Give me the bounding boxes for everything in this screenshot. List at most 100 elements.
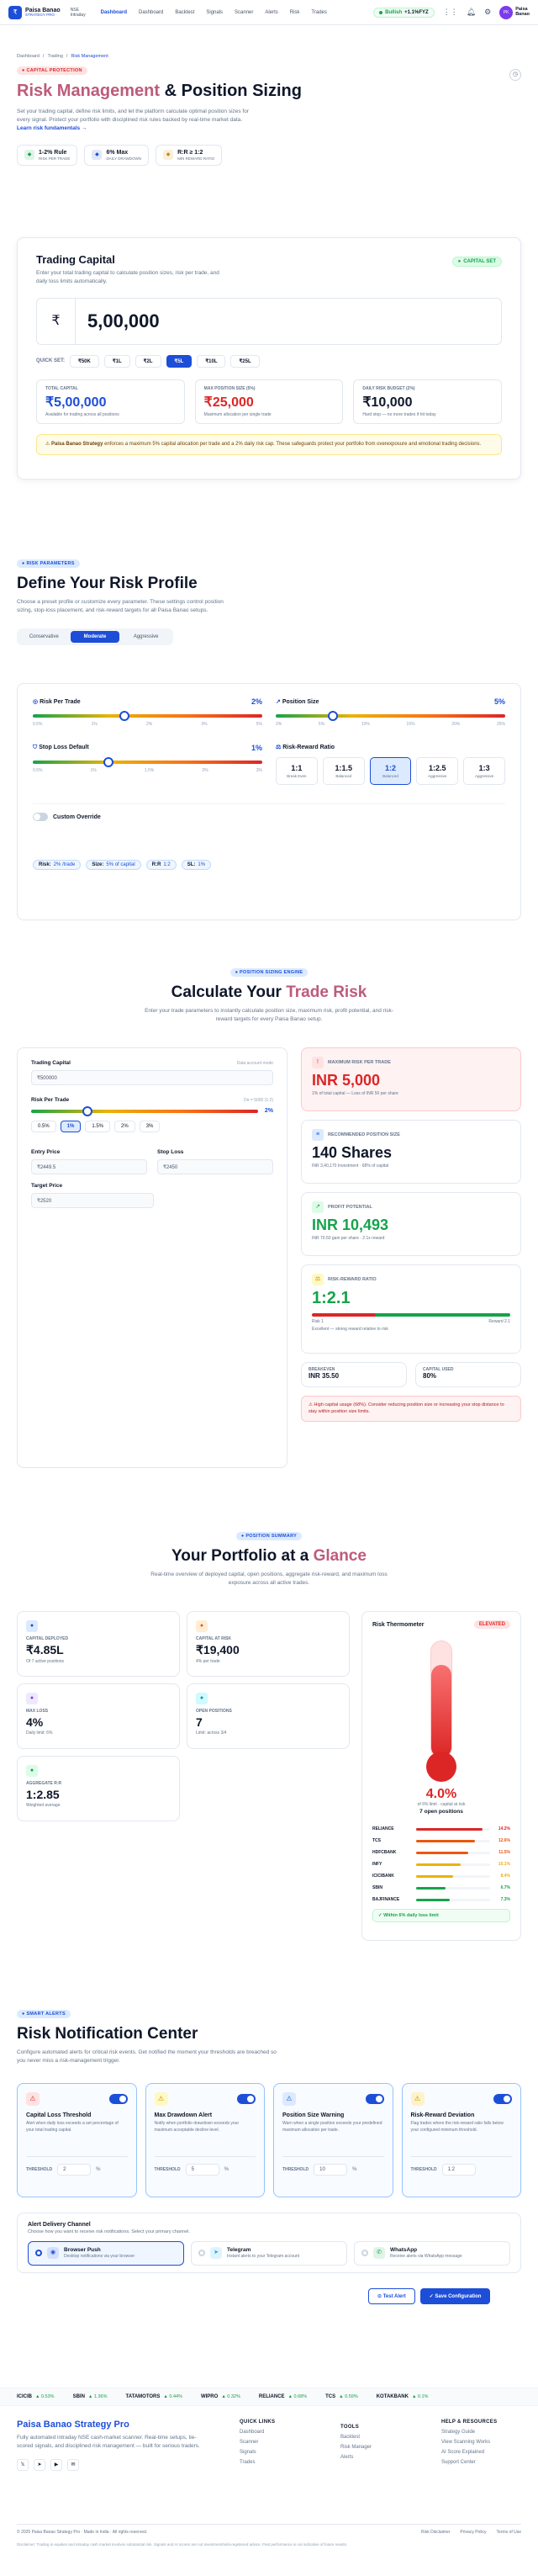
test-alert-button[interactable]: ⊙ Test Alert xyxy=(368,2288,415,2304)
rpt-slider[interactable] xyxy=(33,711,262,721)
twitter-icon[interactable]: 𝕏 xyxy=(17,2458,29,2471)
telegram-icon[interactable]: ➤ xyxy=(34,2458,45,2471)
profile-tab[interactable]: Moderate xyxy=(70,630,120,643)
stop-input[interactable]: ₹2450 xyxy=(157,1159,273,1174)
footer-link[interactable]: Dashboard xyxy=(240,2430,340,2435)
footer-link[interactable]: Support Center xyxy=(441,2460,538,2465)
footer-link[interactable]: Alerts xyxy=(340,2455,441,2460)
nav-link[interactable]: Dashboard xyxy=(139,10,163,15)
ticker-item: WIPRO ▲ 0.32% xyxy=(200,2394,240,2399)
rr-option[interactable]: 1:2.5 Aggressive xyxy=(416,757,459,785)
sl-knob[interactable] xyxy=(103,757,114,767)
footer-link[interactable]: Backtest xyxy=(340,2435,441,2440)
privacy-link[interactable]: Privacy Policy xyxy=(460,2530,486,2535)
alert-toggle[interactable] xyxy=(365,2094,384,2104)
delivery-option[interactable]: ➤ Telegram Instant alerts to your Telegram… xyxy=(191,2241,347,2266)
nav-link[interactable]: Risk xyxy=(290,10,300,15)
capital-amount[interactable]: 5,00,000 xyxy=(76,310,160,332)
calc-rpt-option[interactable]: 1% xyxy=(60,1121,82,1132)
learn-link[interactable]: Learn risk fundamentals → xyxy=(17,125,521,131)
alert-toggle[interactable] xyxy=(108,2094,128,2104)
pos-knob[interactable] xyxy=(328,711,339,721)
breadcrumb-item[interactable]: Trading xyxy=(47,54,62,59)
footer-link[interactable]: Signals xyxy=(240,2450,340,2455)
breadcrumb-item[interactable]: Dashboard xyxy=(17,54,40,59)
alert-toggle[interactable] xyxy=(237,2094,256,2104)
threshold-input[interactable]: 1:2 xyxy=(441,2164,476,2176)
calc-rpt-slider[interactable] xyxy=(31,1105,258,1116)
portfolio-card-desc: Limit: across 3/4 xyxy=(196,1731,227,1736)
footer-link[interactable]: Risk Manager xyxy=(340,2445,441,2450)
profile-tab[interactable]: Aggressive xyxy=(121,631,171,643)
rr-option[interactable]: 1:1.5 Balanced xyxy=(322,757,365,785)
ticker-item: KOTAKBANK ▲ 0.1% xyxy=(376,2394,429,2399)
logo-icon[interactable]: ₹ xyxy=(8,5,22,19)
alert-toggle[interactable] xyxy=(493,2094,512,2104)
threshold-input[interactable]: 10 xyxy=(314,2164,348,2176)
calc-rpt-option[interactable]: 3% xyxy=(139,1121,161,1132)
youtube-icon[interactable]: ▶ xyxy=(50,2458,62,2471)
rr-option-label: Aggressive xyxy=(428,774,447,778)
tick-label: 5% xyxy=(318,722,325,727)
calc-rpt-knob[interactable] xyxy=(82,1105,93,1116)
capital-card: Trading Capital Enter your total trading… xyxy=(17,237,521,480)
bell-icon[interactable]: 🔔︎ xyxy=(467,8,476,17)
quick-set-button[interactable]: ₹25L xyxy=(230,354,260,368)
rpt-knob[interactable] xyxy=(119,711,130,721)
rr-option[interactable]: 1:1 Break Even xyxy=(276,757,318,785)
footer-link[interactable]: AI Score Explained xyxy=(441,2450,538,2455)
mail-icon[interactable]: ✉ xyxy=(67,2458,79,2471)
rr-option[interactable]: 1:3 Aggressive xyxy=(463,757,505,785)
breakeven-value: INR 35.50 xyxy=(309,1372,340,1380)
footer-brand[interactable]: Paisa Banao Strategy Pro xyxy=(17,2420,210,2430)
quick-set-button[interactable]: ₹5L xyxy=(166,354,193,368)
help-icon[interactable]: ◷ xyxy=(509,69,521,81)
calc-capital-hint: Data account mode xyxy=(236,1060,273,1066)
calc-rpt-option[interactable]: 1.5% xyxy=(85,1121,111,1132)
nav-link[interactable]: Backtest xyxy=(175,10,194,15)
quick-set-button[interactable]: ₹2L xyxy=(134,354,161,368)
calc-capital-input[interactable]: ₹500000 xyxy=(31,1070,273,1085)
quick-set-button[interactable]: ₹50K xyxy=(70,354,99,368)
grid-icon[interactable]: ⋮⋮ xyxy=(443,8,458,17)
portfolio-card-label: CAPITAL AT RISK xyxy=(196,1636,232,1641)
footer-link[interactable]: Scanner xyxy=(240,2440,340,2445)
risk-disclaimer-link[interactable]: Risk Disclaimer xyxy=(421,2530,450,2535)
nav-link[interactable]: Dashboard xyxy=(101,10,127,15)
pos-slider[interactable] xyxy=(276,711,505,721)
nav-link[interactable]: Signals xyxy=(206,10,223,15)
delivery-option[interactable]: ◉ Browser Push Desktop notifications via y… xyxy=(28,2241,184,2266)
custom-override-toggle[interactable] xyxy=(33,813,48,821)
delivery-option[interactable]: ✆ WhatsApp Receive alerts via WhatsApp mes… xyxy=(354,2241,510,2266)
entry-input[interactable]: ₹2449.5 xyxy=(31,1159,147,1174)
footer-link[interactable]: Strategy Guide xyxy=(441,2430,538,2435)
calc-rpt-option[interactable]: 0.5% xyxy=(31,1121,56,1132)
footer-link[interactable]: View Scanning Works xyxy=(441,2440,538,2445)
quick-set-button[interactable]: ₹10L xyxy=(197,354,226,368)
nse-label: NSE Intraday xyxy=(70,7,86,18)
footer-column-title: HELP & RESOURCES xyxy=(441,2420,498,2425)
threshold-label: THRESHOLD xyxy=(410,2167,437,2172)
terms-link[interactable]: Terms of Use xyxy=(497,2530,521,2535)
calc-rpt-label: Risk Per Trade xyxy=(31,1097,70,1103)
alert-card-desc: Alert when daily loss exceeds a set perc… xyxy=(26,2121,119,2133)
capital-input[interactable]: ₹ 5,00,000 xyxy=(36,297,502,345)
avatar[interactable]: PK xyxy=(499,5,514,19)
nav-link[interactable]: Trades xyxy=(311,10,326,15)
scale-icon: ⚖ xyxy=(276,745,282,750)
profile-tab[interactable]: Conservative xyxy=(19,631,69,643)
settings-icon[interactable]: ⚙ xyxy=(484,8,491,17)
nav-link[interactable]: Scanner xyxy=(235,10,253,15)
rr-option[interactable]: 1:2 Balanced xyxy=(369,757,412,785)
threshold-input[interactable]: 2 xyxy=(57,2164,92,2176)
threshold-input[interactable]: 5 xyxy=(185,2164,219,2176)
sl-slider[interactable] xyxy=(33,757,262,767)
portfolio-card-value: 4% xyxy=(26,1715,44,1729)
capital-stat-label: MAX POSITION SIZE (5%) xyxy=(203,385,256,391)
nav-link[interactable]: Alerts xyxy=(265,10,277,15)
save-config-button[interactable]: ✓ Save Configuration xyxy=(419,2288,491,2304)
calc-rpt-option[interactable]: 2% xyxy=(114,1121,135,1132)
target-input[interactable]: ₹2520 xyxy=(31,1193,154,1208)
footer-link[interactable]: Trades xyxy=(240,2460,340,2465)
quick-set-button[interactable]: ₹1L xyxy=(103,354,130,368)
